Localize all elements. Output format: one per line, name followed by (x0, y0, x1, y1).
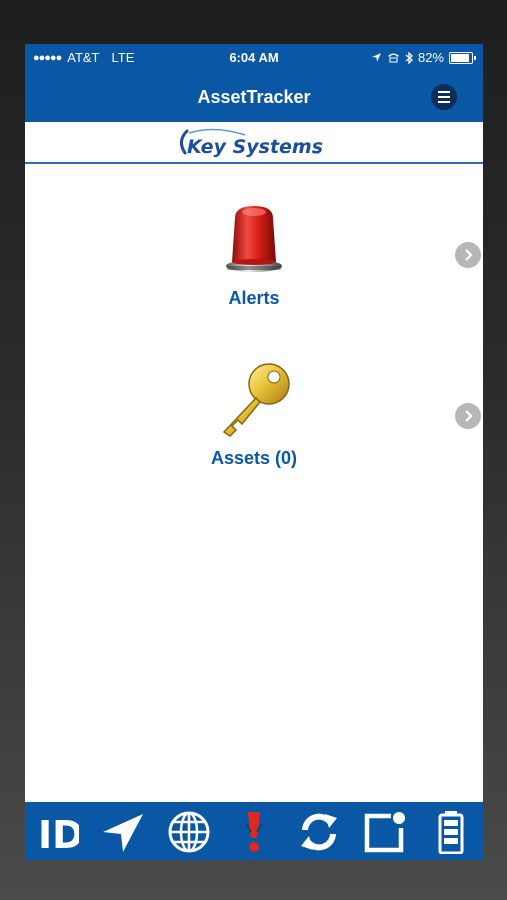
battery-icon (449, 51, 476, 64)
app-title: AssetTracker (197, 87, 311, 107)
location-services-icon (372, 53, 381, 62)
location-arrow-icon (103, 814, 143, 852)
battery-icon (438, 811, 464, 855)
key-icon (222, 363, 290, 437)
chevron-right-icon (465, 410, 473, 422)
battery-status-button[interactable] (429, 810, 473, 855)
assets-label: Assets (0) (210, 448, 298, 468)
id-button[interactable]: ID (35, 810, 84, 857)
alerts-tab-button[interactable] (232, 810, 276, 854)
key-systems-logo: Key Systems INC (180, 128, 323, 158)
menu-item-assets[interactable]: Assets (0) (25, 360, 483, 480)
hamburger-menu-icon (438, 91, 450, 93)
svg-text:INC: INC (313, 150, 320, 155)
menu-item-alerts[interactable]: Alerts (25, 204, 483, 314)
location-button[interactable] (101, 810, 145, 854)
id-icon: ID (38, 813, 84, 857)
notes-button[interactable] (363, 810, 407, 854)
alerts-label: Alerts (228, 288, 280, 308)
alerts-chevron-button[interactable] (455, 242, 481, 268)
bottom-toolbar: ID (25, 802, 483, 860)
navigation-bar: AssetTracker (25, 72, 483, 122)
logo-banner: Key Systems INC (25, 122, 483, 164)
assets-chevron-button[interactable] (455, 403, 481, 429)
hamburger-menu-button[interactable] (431, 84, 457, 110)
svg-text:ID: ID (38, 813, 79, 854)
sync-button[interactable] (297, 810, 341, 854)
app-screen: ●●●●● AT&T LTE 6:04 AM 82% AssetTracker … (25, 44, 483, 860)
bluetooth-icon (405, 51, 413, 64)
notes-icon (364, 812, 405, 853)
svg-text:Key Systems: Key Systems (187, 136, 323, 158)
battery-percent: 82% (417, 50, 444, 65)
alert-icon (245, 812, 263, 852)
globe-icon (168, 811, 210, 853)
tty-icon (387, 53, 399, 63)
status-bar: ●●●●● AT&T LTE 6:04 AM 82% (25, 44, 483, 72)
alarm-light-icon (226, 206, 282, 272)
refresh-icon (301, 813, 337, 851)
map-button[interactable] (167, 810, 211, 854)
chevron-right-icon (465, 249, 473, 261)
